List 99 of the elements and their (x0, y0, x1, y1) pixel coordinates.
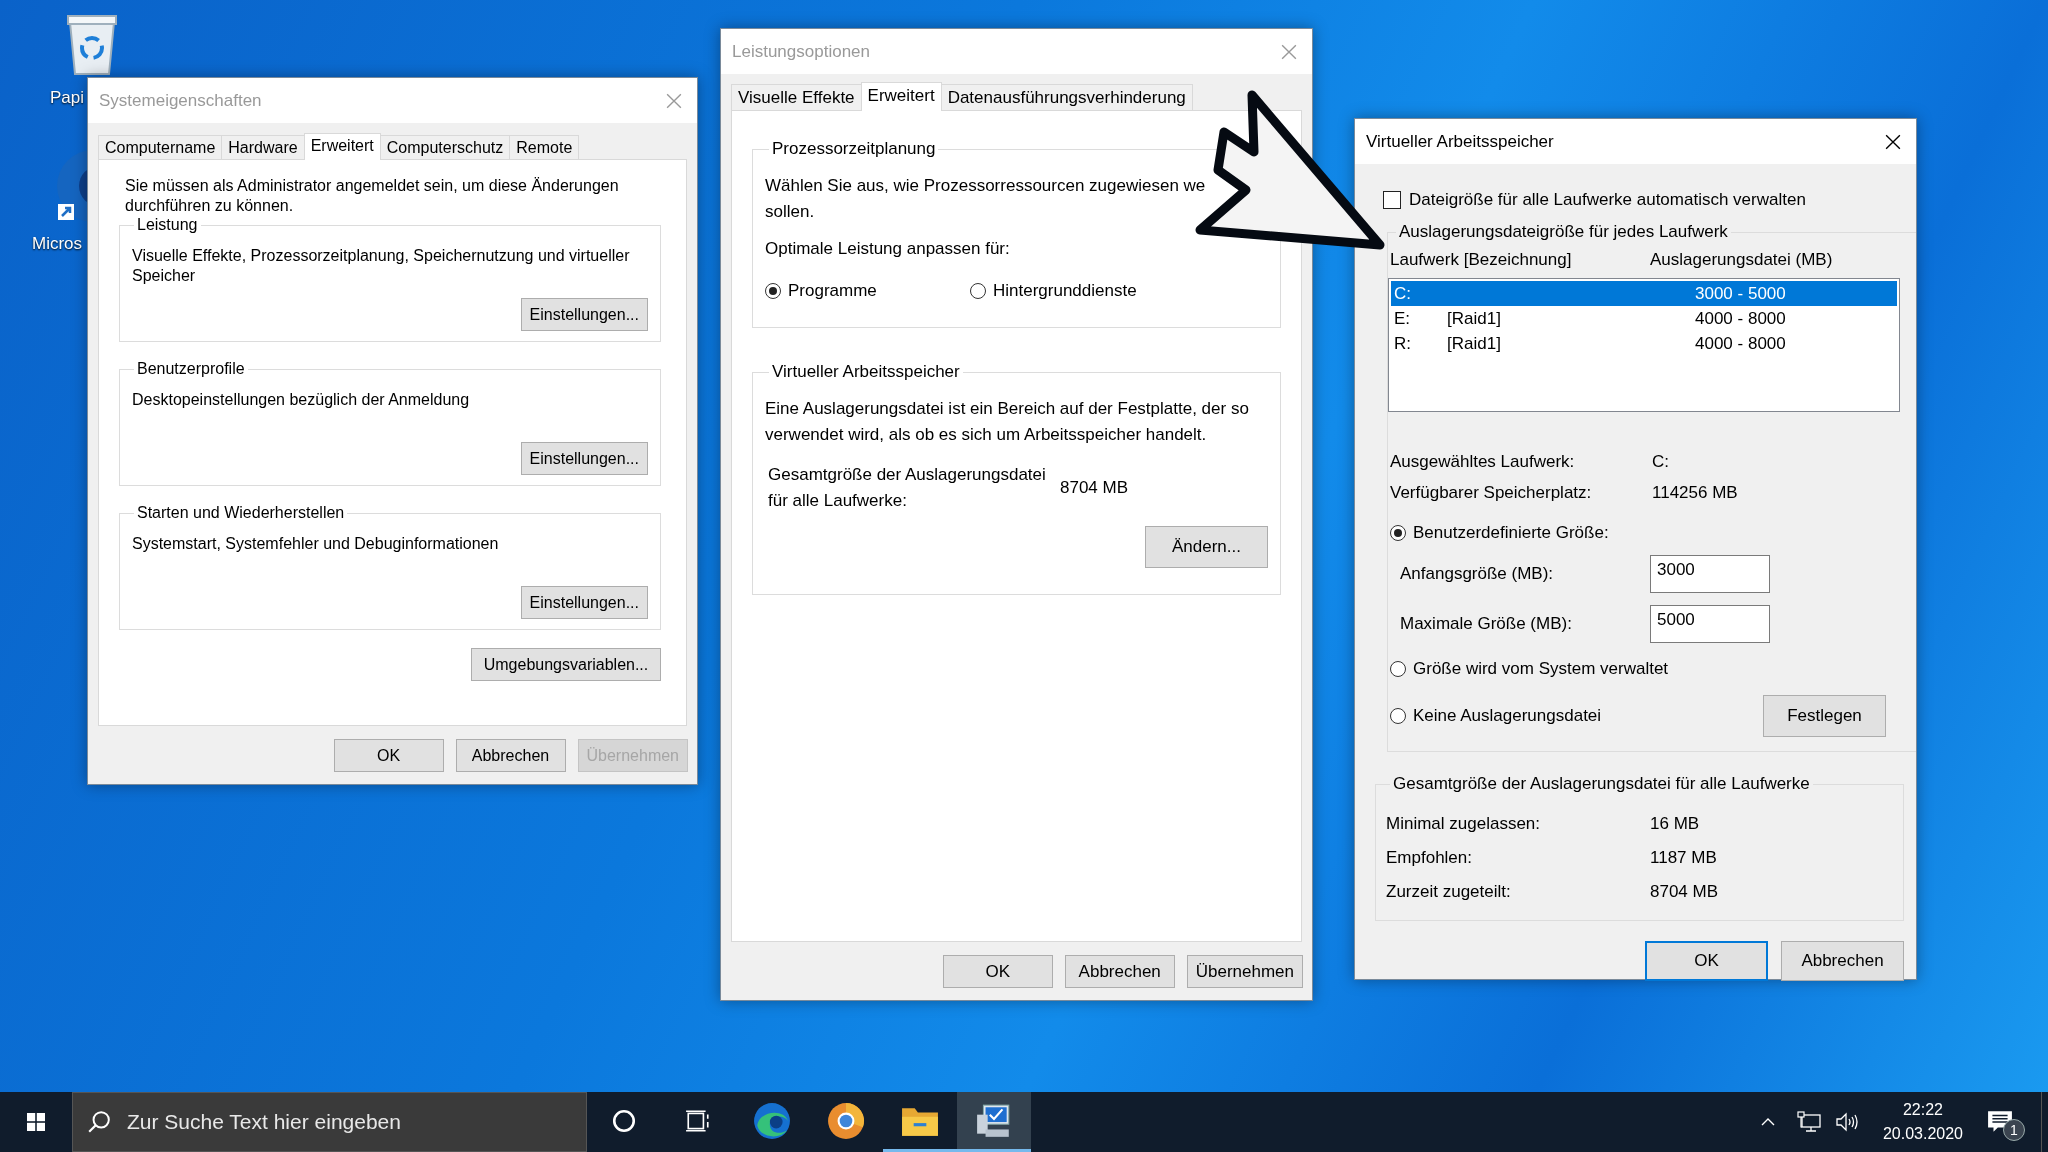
info-label: Minimal zugelassen: (1386, 814, 1541, 834)
dialog-button[interactable]: Abbrechen (1781, 941, 1904, 981)
checkbox[interactable] (1383, 191, 1401, 209)
drive-label: [Raid1] (1447, 333, 1501, 353)
group-title: Gesamtgröße der Auslagerungsdatei für alle Laufwerke (1392, 774, 1811, 794)
clock-date[interactable]: 20.03.2020 (1882, 1122, 1963, 1146)
dialog-button[interactable]: OK (1645, 941, 1768, 981)
close-icon (666, 92, 682, 109)
info-label: Verfügbarer Speicherplatz: (1390, 483, 1593, 503)
tab[interactable]: Computername (98, 135, 223, 159)
speaker-icon[interactable] (1834, 1111, 1859, 1133)
group-description: Desktopeinstellungen bezüglich der Anmeldung (132, 390, 471, 410)
close-icon (1281, 43, 1297, 60)
dialog-button[interactable]: OK (333, 739, 444, 772)
column-header: Laufwerk [Bezeichnung] (1390, 250, 1573, 270)
tab[interactable]: Erweitert (303, 133, 381, 160)
group-description: Visuelle Effekte, Prozessorzeitplanung, Speichernutzung und virtueller Speicher (132, 246, 631, 286)
environment-variables-button[interactable]: Umgebungsvariablen... (471, 648, 661, 681)
notification-count: 1 (2003, 1119, 2025, 1141)
radio-button[interactable] (765, 283, 781, 299)
browser-icon (753, 1101, 791, 1140)
total-size-label: für alle Laufwerke: (768, 490, 908, 512)
description-text: sollen. (765, 201, 816, 223)
task-view-icon (685, 1107, 711, 1134)
window-title: Virtueller Arbeitsspeicher (1366, 131, 1554, 152)
input-field[interactable]: 3000 (1650, 555, 1770, 593)
group-title: Benutzerprofile (136, 360, 246, 378)
tab[interactable]: Datenausführungsverhinderung (940, 84, 1193, 110)
search-bar[interactable]: Zur Suche Text hier eingeben (72, 1092, 587, 1152)
chevron-up-icon[interactable] (1760, 1117, 1775, 1127)
radio-button[interactable] (970, 283, 986, 299)
dialog-button[interactable]: Abbrechen (1064, 955, 1175, 988)
windows-logo-icon (27, 1113, 45, 1131)
field-label: Anfangsgröße (MB): (1400, 564, 1555, 584)
ring-icon (611, 1107, 637, 1134)
drive-letter: R: (1394, 333, 1412, 354)
clock-time[interactable]: 22:22 (1902, 1098, 1943, 1122)
input-field[interactable]: 5000 (1650, 605, 1770, 643)
group-description: Systemstart, Systemfehler und Debuginformationen (132, 534, 500, 554)
network-icon[interactable] (1796, 1111, 1821, 1133)
group-title: Auslagerungsdateigröße für jedes Laufwerk (1398, 222, 1729, 242)
browser-icon (827, 1101, 865, 1140)
checkbox-label[interactable]: Dateigröße für alle Laufwerke automatisch verwalten (1409, 190, 1806, 210)
settings-button[interactable]: Einstellungen... (520, 442, 648, 475)
list-row[interactable]: E: [Raid1] 4000 - 8000 (1391, 306, 1897, 331)
radio-label[interactable]: Hintergrunddienste (993, 281, 1137, 301)
drive-letter: C: (1394, 283, 1412, 304)
dialog-button[interactable]: Übernehmen (1186, 955, 1303, 988)
group-title: Starten und Wiederherstellen (136, 504, 346, 522)
dialog-button[interactable]: OK (942, 955, 1053, 988)
paging-size: 3000 - 5000 (1695, 283, 1787, 304)
info-value: C: (1652, 452, 1669, 472)
window-title: Systemeigenschaften (99, 90, 262, 111)
total-size-value: 8704 MB (1060, 478, 1129, 498)
drive-label: [Raid1] (1447, 308, 1501, 328)
close-icon (1885, 133, 1901, 150)
change-button[interactable]: Ändern... (1145, 526, 1268, 568)
info-label: Empfohlen: (1386, 848, 1473, 868)
dialog-button[interactable]: Abbrechen (455, 739, 566, 772)
info-value: 8704 MB (1650, 882, 1719, 902)
radio-label[interactable]: Benutzerdefinierte Größe: (1413, 523, 1609, 543)
tab[interactable]: Computerschutz (379, 135, 511, 159)
group-title: Leistung (136, 216, 199, 234)
radio-button[interactable] (1390, 661, 1406, 677)
search-input[interactable]: Zur Suche Text hier eingeben (125, 1109, 549, 1135)
total-size-label: Gesamtgröße der Auslagerungsdatei (768, 464, 1047, 486)
info-label: Zurzeit zugeteilt: (1386, 882, 1512, 902)
taskbar-button[interactable] (957, 1092, 1031, 1152)
set-button[interactable]: Festlegen (1763, 695, 1886, 737)
info-value: 1187 MB (1650, 848, 1717, 868)
column-header: Auslagerungsdatei (MB) (1650, 250, 1834, 270)
settings-button[interactable]: Einstellungen... (520, 586, 648, 619)
info-value: 114256 MB (1652, 483, 1738, 503)
admin-note: Sie müssen als Administrator angemeldet sein, um diese Änderungen durchführen zu können. (125, 176, 620, 216)
radio-label[interactable]: Keine Auslagerungsdatei (1413, 706, 1602, 726)
radio-button[interactable] (1390, 525, 1406, 541)
radio-label[interactable]: Größe wird vom System verwaltet (1413, 659, 1669, 679)
info-label: Ausgewähltes Laufwerk: (1390, 452, 1576, 472)
radio-label[interactable]: Programme (788, 281, 877, 301)
group-title: Prozessorzeitplanung (771, 139, 937, 159)
field-label: Maximale Größe (MB): (1400, 614, 1573, 634)
desktop-icon-label[interactable]: Micros (32, 234, 87, 254)
tab[interactable]: Erweitert (860, 82, 942, 111)
window-title: Leistungsoptionen (732, 41, 870, 62)
description-text: Eine Auslagerungsdatei ist ein Bereich auf der Festplatte, der so verwendet wird, als ob es sich um Arbeitsspeicher handelt. (765, 398, 1250, 446)
description-text: Wählen Sie aus, wie Prozessorressourcen zugewiesen we (765, 175, 1207, 197)
paging-size: 4000 - 8000 (1695, 333, 1787, 354)
prompt-label: Optimale Leistung anpassen für: (765, 239, 1011, 259)
tab[interactable]: Visuelle Effekte (731, 84, 862, 110)
paging-size: 4000 - 8000 (1695, 308, 1787, 329)
radio-button[interactable] (1390, 708, 1406, 724)
list-row[interactable]: R: [Raid1] 4000 - 8000 (1391, 331, 1897, 356)
list-row[interactable]: C: 3000 - 5000 (1391, 281, 1897, 306)
drive-letter: E: (1394, 308, 1412, 329)
group-title: Virtueller Arbeitsspeicher (771, 362, 961, 382)
info-value: 16 MB (1650, 814, 1700, 834)
search-icon (87, 1110, 111, 1134)
tab[interactable]: Remote (509, 135, 580, 159)
settings-button[interactable]: Einstellungen... (520, 298, 648, 331)
